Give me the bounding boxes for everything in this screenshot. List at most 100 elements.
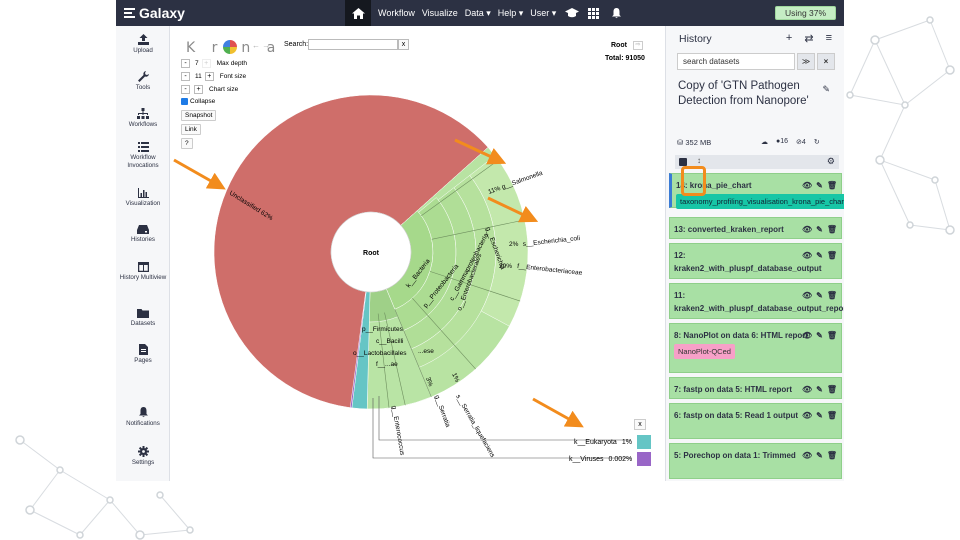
galaxy-window: Galaxy Workflow Visualize Data ▾ Help ▾ … [116,0,844,481]
grid-icon[interactable] [588,7,600,19]
pencil-icon[interactable]: ✎ [816,223,823,236]
pencil-icon[interactable]: ✎ [816,383,823,396]
dataset-tag[interactable]: taxonomy_profiling_visualisation_krona_p… [676,194,844,209]
history-item-13[interactable]: 13: converted_kraken_report 👁 ✎ 🗑 [669,217,842,239]
activity-workflow-invocations[interactable]: Workflow Invocations [116,142,170,170]
new-history-icon[interactable]: + [786,32,792,45]
pencil-icon[interactable]: ✎ [816,289,823,302]
advanced-search-icon[interactable]: ≫ [797,53,815,70]
galaxy-logo[interactable]: Galaxy [124,5,185,21]
root-forward-icon[interactable]: ⇨ [633,41,643,50]
eye-icon[interactable]: 👁 [802,179,812,192]
history-size[interactable]: ⛁ 352 MB [677,138,711,147]
history-item-7[interactable]: 7: fastp on data 5: HTML report 👁 ✎ 🗑 [669,377,842,399]
history-name[interactable]: Copy of 'GTN Pathogen Detection from Nan… [678,79,813,109]
legend-close-button[interactable]: x [634,419,646,430]
max-depth-decrease[interactable]: - [181,59,190,68]
gear-icon[interactable]: ⚙ [827,156,835,167]
snapshot-button[interactable]: Snapshot [181,110,217,121]
link-button[interactable]: Link [181,124,201,135]
activity-settings[interactable]: Settings [116,446,170,467]
eye-icon[interactable]: 👁 [802,289,812,302]
wrench-icon [137,71,149,82]
font-size-decrease[interactable]: - [181,72,190,81]
list-icon [137,142,149,152]
galaxy-bars-icon [124,8,135,18]
trash-icon[interactable]: 🗑 [827,179,837,192]
trash-icon[interactable]: 🗑 [827,249,837,262]
label-bacilli: c__Bacilli [376,338,403,345]
trash-icon[interactable]: 🗑 [827,329,837,342]
edit-history-icon[interactable]: ✎ [822,84,830,95]
cloud-icon[interactable]: ☁ [761,138,768,146]
activity-histories[interactable]: Histories [116,225,170,244]
activity-tools[interactable]: Tools [116,71,170,92]
pencil-icon[interactable]: ✎ [816,329,823,342]
refresh-icon[interactable]: ↻ [814,138,820,146]
help-button[interactable]: ? [181,138,193,149]
history-options-icon[interactable]: ≡ [826,32,832,45]
krona-chart[interactable]: Root Unclassified 62% 11% g__Salmonella … [171,26,665,481]
activity-history-multiview[interactable]: History Multiview [116,262,170,282]
root-breadcrumb[interactable]: Root [611,42,627,49]
history-search-input[interactable]: search datasets [677,53,795,70]
legend-item-viruses[interactable]: k__Viruses 0.002% [569,452,652,466]
eye-icon[interactable]: 👁 [802,383,812,396]
history-item-11[interactable]: 11: kraken2_with_pluspf_database_output_… [669,283,844,319]
clear-search-button[interactable]: x [398,39,409,50]
clear-search-icon[interactable]: × [817,53,835,70]
collapse-checkbox[interactable]: Collapse [181,98,215,105]
legend-item-eukaryota[interactable]: k__Eukaryota 1% [574,435,651,449]
nav-help[interactable]: Help ▾ [498,8,524,19]
hidden-count[interactable]: ⊘4 [796,138,806,146]
activity-visualization[interactable]: Visualization [116,188,170,208]
history-item-5[interactable]: 5: Porechop on data 1: Trimmed 👁 ✎ 🗑 [669,443,842,479]
history-item-6[interactable]: 6: fastp on data 5: Read 1 output 👁 ✎ 🗑 [669,403,842,439]
pencil-icon[interactable]: ✎ [816,409,823,422]
eye-icon[interactable]: 👁 [802,249,812,262]
shown-count[interactable]: ●16 [776,138,788,146]
dataset-tag[interactable]: NanoPlot-QCed [674,344,735,359]
activity-label: Histories [130,236,156,243]
activity-workflows[interactable]: Workflows [116,108,170,129]
trash-icon[interactable]: 🗑 [827,409,837,422]
home-icon[interactable] [345,0,371,26]
trash-icon[interactable]: 🗑 [827,449,837,462]
krona-search-input[interactable] [308,39,398,50]
nav-visualize[interactable]: Visualize [422,8,458,18]
max-depth-increase[interactable]: + [201,59,211,68]
bell-icon[interactable] [612,7,622,19]
pencil-icon[interactable]: ✎ [816,449,823,462]
trash-icon[interactable]: 🗑 [827,223,837,236]
chart-size-increase[interactable]: + [194,85,203,94]
label-ecoli-pct: 2% [509,241,519,248]
eye-icon[interactable]: 👁 [802,409,812,422]
eye-icon[interactable]: 👁 [802,329,812,342]
switch-history-icon[interactable]: ⇄ [804,32,813,45]
activity-notifications[interactable]: Notifications [116,407,170,428]
trash-icon[interactable]: 🗑 [827,289,837,302]
history-item-12[interactable]: 12: kraken2_with_pluspf_database_output … [669,243,842,279]
history-item-8[interactable]: 8: NanoPlot on data 6: HTML report 👁 ✎ 🗑 N… [669,323,842,373]
activity-pages[interactable]: Pages [116,344,170,365]
activity-upload[interactable]: Upload [116,34,170,55]
pencil-icon[interactable]: ✎ [816,249,823,262]
activity-datasets[interactable]: Datasets [116,309,170,328]
select-all-checkbox[interactable] [679,158,687,166]
eye-icon[interactable]: 👁 [802,223,812,236]
trash-icon[interactable]: 🗑 [827,383,837,396]
nav-workflow[interactable]: Workflow [378,8,415,18]
collapse-all-icon[interactable]: ↕ [697,156,701,165]
gear-icon [137,446,149,457]
chart-size-decrease[interactable]: - [181,85,190,94]
brand-text: Galaxy [139,5,185,21]
nav-user[interactable]: User ▾ [530,8,556,19]
activity-bar: Upload Tools Workflows Workflow Invocati… [116,26,170,481]
history-nav-arrows[interactable]: ← → [252,41,270,50]
pencil-icon[interactable]: ✎ [816,179,823,192]
graduation-cap-icon[interactable] [565,8,580,18]
quota-meter[interactable]: Using 37% [775,6,836,20]
nav-data[interactable]: Data ▾ [465,8,491,19]
font-size-increase[interactable]: + [204,72,214,81]
eye-icon[interactable]: 👁 [802,449,812,462]
